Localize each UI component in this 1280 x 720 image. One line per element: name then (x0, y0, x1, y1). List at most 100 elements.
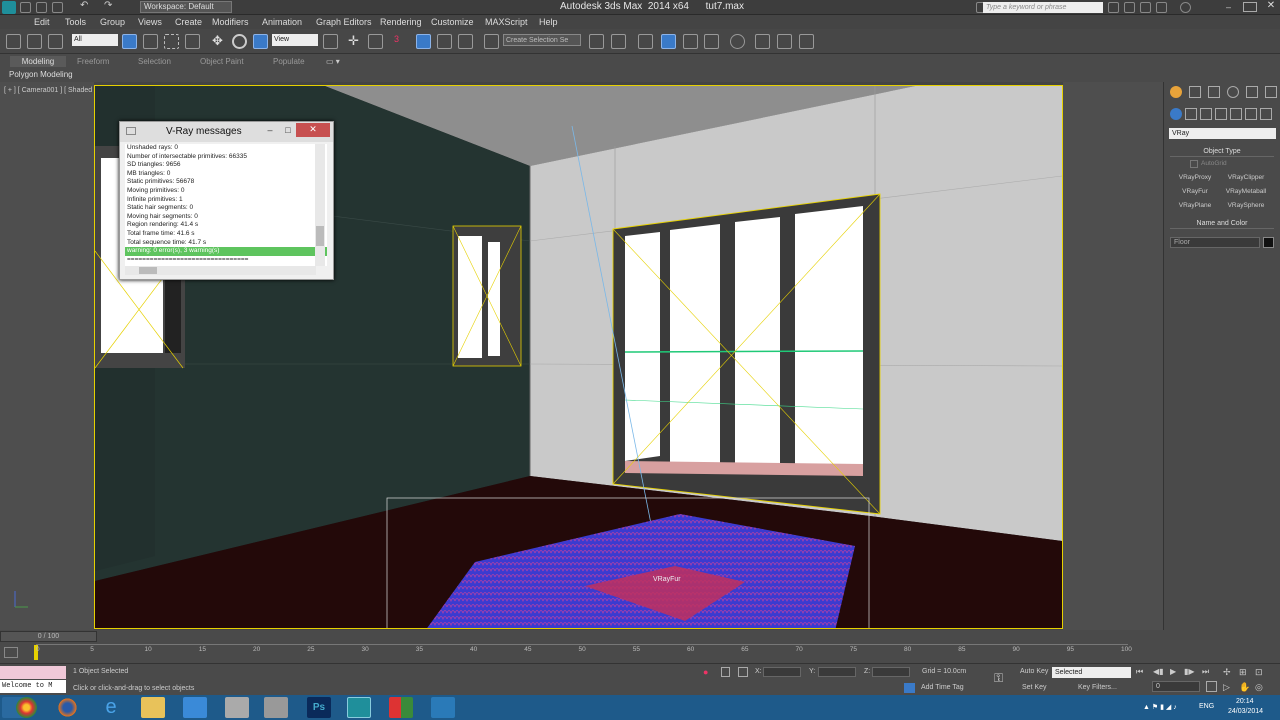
link-icon[interactable] (6, 34, 21, 49)
selection-lock-icon[interactable] (721, 667, 730, 677)
absolute-mode-icon[interactable] (738, 667, 748, 677)
ps-viewer-icon[interactable] (431, 697, 455, 718)
tools-icon[interactable] (264, 697, 288, 718)
play-icon[interactable]: ▶ (1170, 667, 1176, 676)
scale-icon[interactable] (253, 34, 268, 49)
ribbon-tab-populate[interactable]: Populate (273, 57, 305, 66)
menu-animation[interactable]: Animation (262, 17, 302, 27)
menu-help[interactable]: Help (539, 17, 558, 27)
close-window-button[interactable]: ✕ (1262, 0, 1280, 14)
object-type-header[interactable]: Object Type (1170, 148, 1274, 157)
add-time-tag-label[interactable]: Add Time Tag (921, 684, 964, 691)
unlink-icon[interactable] (27, 34, 42, 49)
ribbon-tab-object-paint[interactable]: Object Paint (200, 57, 244, 66)
zoom-extents-icon[interactable]: ⊡ (1255, 667, 1263, 678)
orbit-icon[interactable]: ◎ (1255, 682, 1263, 693)
menu-group[interactable]: Group (100, 17, 125, 27)
rectangular-selection-icon[interactable] (164, 34, 179, 49)
select-object-icon[interactable] (122, 34, 137, 49)
current-frame-field[interactable]: 0 (1152, 681, 1200, 692)
menu-edit[interactable]: Edit (34, 17, 50, 27)
vray-window-titlebar[interactable]: V-Ray messages – □ ✕ (120, 122, 333, 142)
move-icon[interactable]: ✥ (210, 34, 225, 49)
hierarchy-tab-icon[interactable] (1208, 86, 1220, 98)
save-file-icon[interactable] (52, 2, 63, 13)
motion-tab-icon[interactable] (1227, 86, 1239, 98)
percent-snap-icon[interactable] (437, 34, 452, 49)
display-tab-icon[interactable] (1246, 86, 1258, 98)
named-selection-dropdown[interactable]: Create Selection Se (503, 34, 581, 46)
schematic-view-icon[interactable] (704, 34, 719, 49)
binoculars-icon[interactable] (1108, 2, 1119, 13)
mirror-icon[interactable] (589, 34, 604, 49)
pivot-center-icon[interactable] (323, 34, 338, 49)
rotate-icon[interactable] (232, 34, 247, 49)
layer-manager-icon[interactable] (638, 34, 653, 49)
cameras-icon[interactable] (1215, 108, 1227, 120)
communication-icon[interactable] (1140, 2, 1151, 13)
spinner-snap-icon[interactable] (458, 34, 473, 49)
menu-graph-editors[interactable]: Graph Editors (316, 17, 372, 27)
menu-rendering[interactable]: Rendering (380, 17, 422, 27)
ribbon-tab-freeform[interactable]: Freeform (77, 57, 109, 66)
vray-maximize-button[interactable]: □ (280, 125, 296, 136)
isolate-selection-icon[interactable]: ● (703, 667, 712, 677)
render-production-icon[interactable] (799, 34, 814, 49)
vray-hscroll-thumb[interactable] (139, 267, 157, 274)
zoom-all-icon[interactable]: ⊞ (1239, 667, 1247, 678)
clock-time[interactable]: 20:14 (1236, 698, 1254, 705)
language-indicator[interactable]: ENG (1199, 703, 1214, 710)
menu-customize[interactable]: Customize (431, 17, 474, 27)
select-by-name-icon[interactable] (143, 34, 158, 49)
geometry-category-dropdown[interactable]: VRay (1169, 128, 1276, 139)
object-name-field[interactable]: Floor (1170, 237, 1260, 248)
material-editor-icon[interactable] (730, 34, 745, 49)
rendered-frame-window-icon[interactable] (777, 34, 792, 49)
snaps-toggle-icon[interactable]: 3 (394, 34, 409, 49)
keyboard-shortcut-icon[interactable] (368, 34, 383, 49)
window-crossing-icon[interactable] (185, 34, 200, 49)
subscription-icon[interactable] (1124, 2, 1135, 13)
menu-create[interactable]: Create (175, 17, 202, 27)
help-icon[interactable] (1180, 2, 1191, 13)
graphite-tools-icon[interactable] (661, 34, 676, 49)
z-coordinate-field[interactable] (872, 667, 910, 677)
undo-icon[interactable]: ↶ (80, 0, 91, 11)
favorites-star-icon[interactable] (1156, 2, 1167, 13)
next-frame-icon[interactable]: ▮▶ (1184, 667, 1195, 676)
vray-message-log[interactable]: Unshaded rays: 0 Number of intersectable … (125, 144, 327, 266)
menu-views[interactable]: Views (138, 17, 162, 27)
edit-named-selection-icon[interactable] (484, 34, 499, 49)
vraysphere-button[interactable]: VRaySphere (1222, 200, 1270, 211)
field-of-view-icon[interactable]: ▷ (1223, 682, 1230, 693)
maxscript-listener-top[interactable] (0, 666, 66, 679)
file-explorer-icon[interactable] (141, 697, 165, 718)
new-file-icon[interactable] (20, 2, 31, 13)
utilities-tab-icon[interactable] (1265, 86, 1277, 98)
pan-view-icon[interactable]: ✋ (1239, 682, 1250, 693)
go-to-end-icon[interactable]: ⏭ (1202, 667, 1209, 677)
chrome-icon[interactable] (16, 697, 37, 718)
vray-close-button[interactable]: ✕ (296, 123, 330, 137)
ribbon-tab-modeling[interactable]: Modeling (10, 56, 66, 67)
modify-tab-icon[interactable] (1189, 86, 1201, 98)
auto-key-button[interactable]: Auto Key (1020, 668, 1048, 675)
set-key-icon[interactable]: ⚿ (994, 671, 1012, 685)
open-file-icon[interactable] (36, 2, 47, 13)
zoom-icon[interactable]: ✢ (1223, 667, 1231, 678)
vrayclipper-button[interactable]: VRayClipper (1222, 172, 1270, 183)
create-tab-icon[interactable] (1170, 86, 1182, 98)
space-warps-icon[interactable] (1245, 108, 1257, 120)
object-color-swatch[interactable] (1263, 237, 1274, 248)
mini-curve-toggle[interactable] (4, 647, 18, 658)
redo-icon[interactable]: ↷ (104, 0, 115, 11)
photoshop-icon[interactable]: Ps (307, 697, 331, 718)
search-input[interactable]: Type a keyword or phrase (983, 2, 1103, 13)
vray-vertical-scrollbar[interactable] (315, 144, 325, 266)
autogrid-checkbox[interactable] (1190, 160, 1198, 168)
firefox-icon[interactable] (57, 697, 78, 718)
vrayfur-button[interactable]: VRayFur (1171, 186, 1219, 197)
workspace-dropdown[interactable]: Workspace: Default (140, 1, 232, 13)
vray-horizontal-scrollbar[interactable] (125, 266, 316, 275)
clock-date[interactable]: 24/03/2014 (1228, 708, 1263, 715)
